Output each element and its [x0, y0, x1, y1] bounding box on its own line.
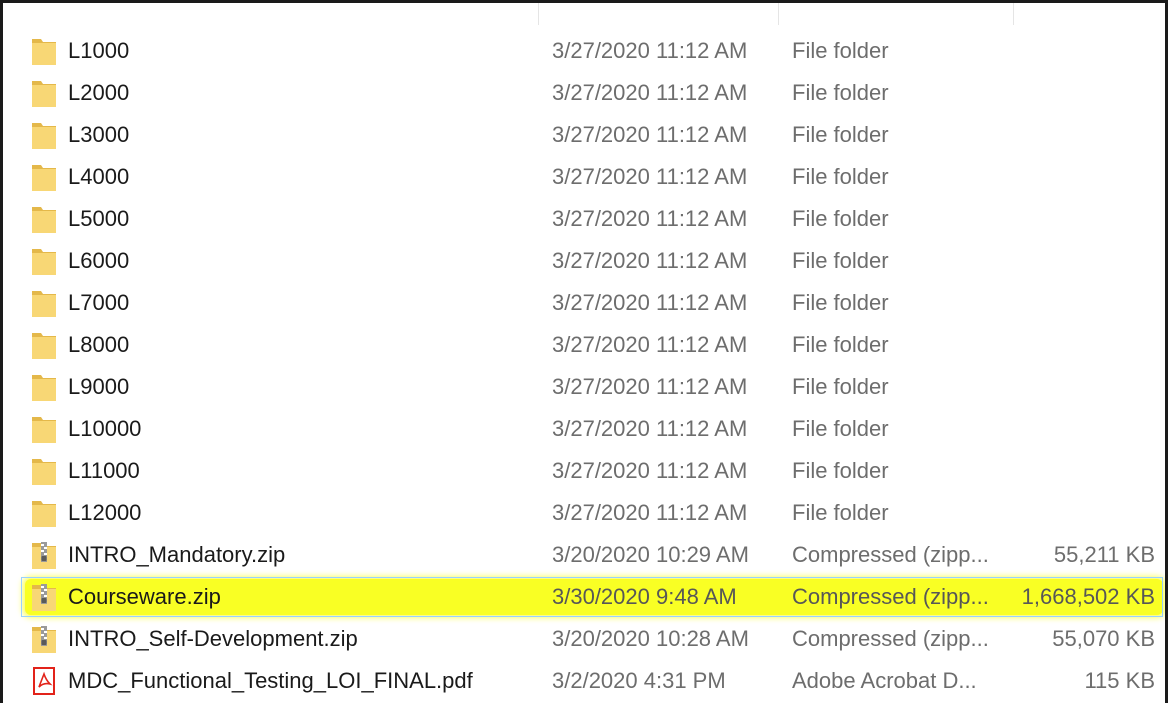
file-date-modified: 3/27/2020 11:12 AM [552, 374, 748, 399]
file-name: L5000 [68, 206, 130, 231]
file-date-modified: 3/2/2020 4:31 PM [552, 668, 726, 693]
folder-icon [31, 36, 57, 66]
file-row[interactable]: L1000 3/27/2020 11:12 AM File folder [3, 30, 1165, 72]
file-row[interactable]: L6000 3/27/2020 11:12 AM File folder [3, 240, 1165, 282]
file-date-modified: 3/27/2020 11:12 AM [552, 38, 748, 63]
file-row[interactable]: L7000 3/27/2020 11:12 AM File folder [3, 282, 1165, 324]
folder-icon [31, 498, 57, 528]
column-divider[interactable] [1013, 3, 1014, 25]
file-date-modified: 3/27/2020 11:12 AM [552, 206, 748, 231]
file-row[interactable]: L11000 3/27/2020 11:12 AM File folder [3, 450, 1165, 492]
zip-folder-icon [31, 582, 57, 612]
file-date-modified: 3/20/2020 10:29 AM [552, 542, 749, 567]
file-name: L7000 [68, 290, 130, 315]
folder-icon [31, 288, 57, 318]
file-type: File folder [792, 80, 889, 105]
file-row[interactable]: INTRO_Mandatory.zip 3/20/2020 10:29 AM C… [3, 534, 1165, 576]
file-type: File folder [792, 416, 889, 441]
folder-icon [31, 78, 57, 108]
folder-icon [31, 330, 57, 360]
file-date-modified: 3/27/2020 11:12 AM [552, 122, 748, 147]
file-row[interactable]: L8000 3/27/2020 11:12 AM File folder [3, 324, 1165, 366]
file-name: MDC_Functional_Testing_LOI_FINAL.pdf [68, 668, 473, 693]
file-date-modified: 3/27/2020 11:12 AM [552, 332, 748, 357]
file-type: Compressed (zipp... [792, 626, 989, 651]
file-row[interactable]: L10000 3/27/2020 11:12 AM File folder [3, 408, 1165, 450]
file-name: L2000 [68, 80, 130, 105]
file-explorer-list-view: L1000 3/27/2020 11:12 AM File folder L20… [0, 0, 1168, 703]
file-type: File folder [792, 500, 889, 525]
file-row[interactable]: L12000 3/27/2020 11:12 AM File folder [3, 492, 1165, 534]
file-date-modified: 3/27/2020 11:12 AM [552, 80, 748, 105]
folder-icon [31, 162, 57, 192]
file-name: L12000 [68, 500, 142, 525]
folder-icon [31, 414, 57, 444]
file-name: L3000 [68, 122, 130, 147]
file-type: File folder [792, 164, 889, 189]
file-date-modified: 3/30/2020 9:48 AM [552, 584, 737, 609]
file-type: File folder [792, 374, 889, 399]
file-row[interactable]: L9000 3/27/2020 11:12 AM File folder [3, 366, 1165, 408]
file-type: File folder [792, 122, 889, 147]
file-date-modified: 3/20/2020 10:28 AM [552, 626, 749, 651]
file-name: L4000 [68, 164, 130, 189]
file-type: File folder [792, 458, 889, 483]
file-name: INTRO_Mandatory.zip [68, 542, 286, 567]
file-row[interactable]: L4000 3/27/2020 11:12 AM File folder [3, 156, 1165, 198]
file-list: L1000 3/27/2020 11:12 AM File folder L20… [3, 30, 1165, 702]
file-row[interactable]: INTRO_Self-Development.zip 3/20/2020 10:… [3, 618, 1165, 660]
file-type: File folder [792, 38, 889, 63]
column-divider[interactable] [778, 3, 779, 25]
file-type: File folder [792, 248, 889, 273]
file-row[interactable]: L5000 3/27/2020 11:12 AM File folder [3, 198, 1165, 240]
pdf-icon [31, 666, 57, 696]
file-name: L6000 [68, 248, 130, 273]
file-size: 55,070 KB [1052, 626, 1155, 651]
folder-icon [31, 204, 57, 234]
file-type: Adobe Acrobat D... [792, 668, 977, 693]
file-name: L10000 [68, 416, 142, 441]
file-size: 115 KB [1084, 668, 1155, 693]
zip-folder-icon [31, 540, 57, 570]
zip-folder-icon [31, 624, 57, 654]
file-size: 55,211 KB [1053, 542, 1155, 567]
file-type: File folder [792, 332, 889, 357]
file-type: File folder [792, 206, 889, 231]
file-row-selected[interactable]: Courseware.zip 3/30/2020 9:48 AM Compres… [3, 576, 1165, 618]
folder-icon [31, 120, 57, 150]
file-date-modified: 3/27/2020 11:12 AM [552, 290, 748, 315]
file-size: 1,668,502 KB [1021, 584, 1155, 609]
column-divider[interactable] [538, 3, 539, 25]
file-name: L1000 [68, 38, 130, 63]
file-type: Compressed (zipp... [792, 584, 989, 609]
file-name: Courseware.zip [68, 584, 221, 609]
file-row[interactable]: MDC_Functional_Testing_LOI_FINAL.pdf 3/2… [3, 660, 1165, 702]
file-row[interactable]: L2000 3/27/2020 11:12 AM File folder [3, 72, 1165, 114]
file-date-modified: 3/27/2020 11:12 AM [552, 416, 748, 441]
file-date-modified: 3/27/2020 11:12 AM [552, 458, 748, 483]
folder-icon [31, 372, 57, 402]
file-row[interactable]: L3000 3/27/2020 11:12 AM File folder [3, 114, 1165, 156]
file-type: File folder [792, 290, 889, 315]
file-name: L8000 [68, 332, 130, 357]
file-date-modified: 3/27/2020 11:12 AM [552, 248, 748, 273]
file-name: L11000 [68, 458, 140, 483]
file-date-modified: 3/27/2020 11:12 AM [552, 164, 748, 189]
file-name: INTRO_Self-Development.zip [68, 626, 358, 651]
file-name: L9000 [68, 374, 130, 399]
file-date-modified: 3/27/2020 11:12 AM [552, 500, 748, 525]
file-type: Compressed (zipp... [792, 542, 989, 567]
folder-icon [31, 456, 57, 486]
folder-icon [31, 246, 57, 276]
